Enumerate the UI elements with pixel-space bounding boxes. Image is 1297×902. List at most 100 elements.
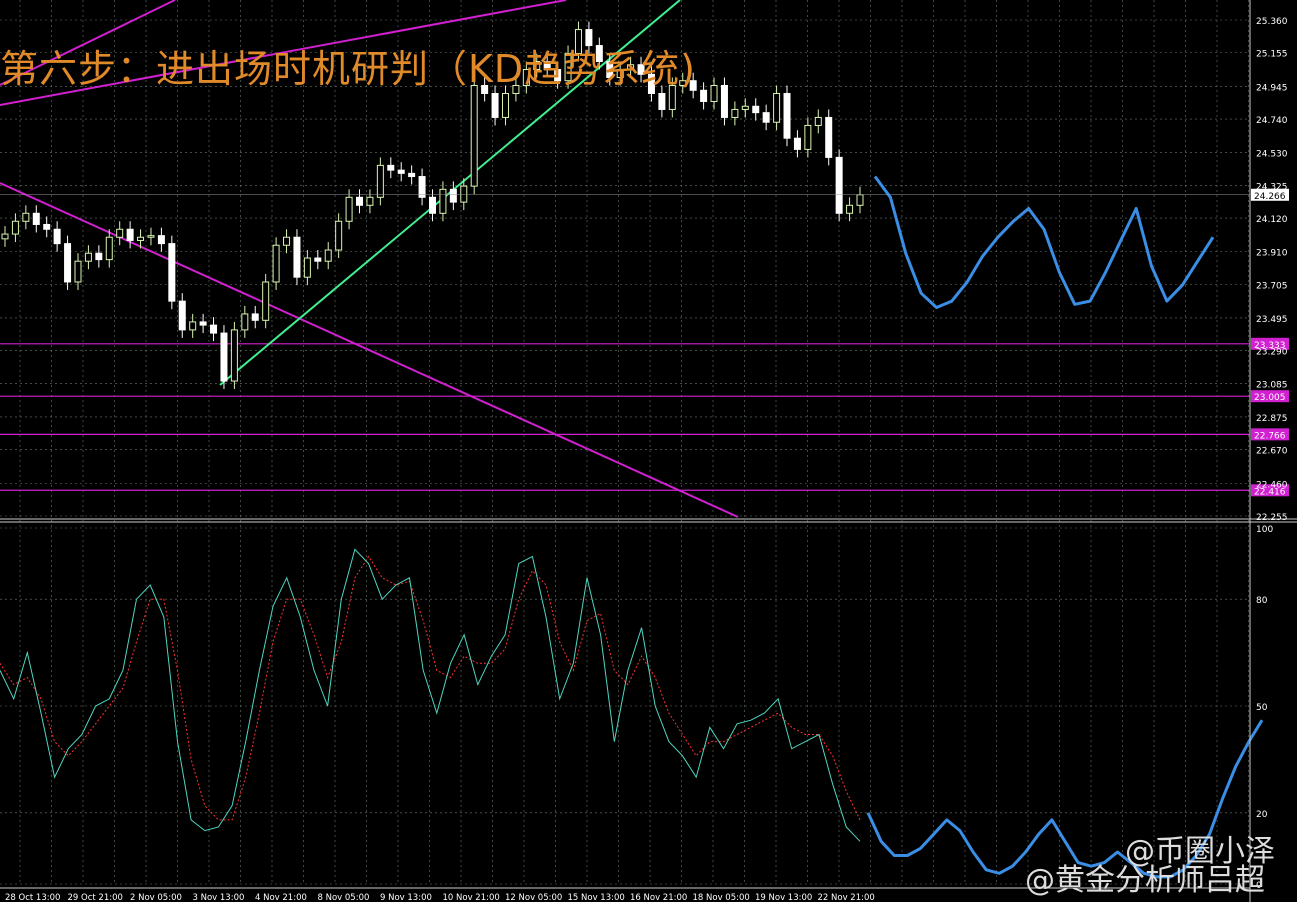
candle-down bbox=[762, 112, 770, 123]
candle-down bbox=[793, 137, 801, 150]
candle-up bbox=[501, 92, 509, 118]
candle-down bbox=[53, 228, 61, 245]
candle-up bbox=[324, 249, 332, 262]
time-label: 15 Nov 13:00 bbox=[568, 893, 625, 902]
candle-down bbox=[293, 236, 301, 278]
candle-up bbox=[846, 204, 854, 214]
time-label: 18 Nov 05:00 bbox=[693, 893, 750, 902]
candle-down bbox=[43, 223, 51, 230]
candle-down bbox=[199, 321, 207, 326]
time-label: 16 Nov 21:00 bbox=[630, 893, 687, 902]
price-tick-label: 24.740 bbox=[1256, 116, 1288, 126]
price-tick-label: 24.945 bbox=[1256, 83, 1288, 93]
candle-down bbox=[32, 212, 40, 225]
candle-up bbox=[345, 196, 353, 222]
candle-up bbox=[116, 228, 124, 238]
candle-down bbox=[825, 116, 833, 158]
price-tick-label: 25.155 bbox=[1256, 50, 1288, 60]
time-label: 8 Nov 05:00 bbox=[318, 893, 370, 902]
candle-up bbox=[147, 235, 155, 238]
candle-up bbox=[366, 196, 374, 206]
candle-up bbox=[84, 252, 92, 262]
candle-up bbox=[470, 84, 478, 187]
candle-down bbox=[95, 252, 103, 261]
kd-tick-label: 20 bbox=[1256, 810, 1268, 820]
candle-down bbox=[220, 332, 228, 382]
watermark-line2: @黄金分析师吕超 bbox=[1025, 863, 1265, 898]
grid bbox=[0, 0, 1297, 902]
price-tick-label: 23.705 bbox=[1256, 281, 1288, 291]
price-tick-label: 23.290 bbox=[1256, 348, 1288, 358]
candle-up bbox=[376, 164, 384, 198]
price-tick-label: 22.670 bbox=[1256, 447, 1288, 457]
time-label: 3 Nov 13:00 bbox=[193, 893, 245, 902]
candle-up bbox=[1, 233, 9, 240]
time-label: 19 Nov 13:00 bbox=[755, 893, 812, 902]
price-tick-label: 23.495 bbox=[1256, 315, 1288, 325]
candle-up bbox=[773, 92, 781, 123]
candle-up bbox=[137, 236, 145, 241]
candle-down bbox=[429, 196, 436, 214]
candle-up bbox=[241, 313, 249, 331]
candle-down bbox=[835, 156, 843, 214]
kd-tick-label: 80 bbox=[1256, 596, 1268, 606]
time-label: 9 Nov 13:00 bbox=[380, 893, 432, 902]
candle-down bbox=[210, 324, 218, 334]
candle-up bbox=[710, 84, 718, 102]
level-label: 23.005 bbox=[1254, 393, 1286, 403]
time-label: 29 Oct 21:00 bbox=[68, 893, 123, 902]
candle-up bbox=[105, 236, 113, 261]
candle-down bbox=[408, 172, 416, 178]
candle-down bbox=[168, 243, 176, 302]
candle-down bbox=[251, 313, 259, 321]
time-label: 2 Nov 05:00 bbox=[130, 893, 182, 902]
time-label: 12 Nov 05:00 bbox=[505, 893, 562, 902]
candle-down bbox=[314, 257, 322, 262]
candle-down bbox=[783, 92, 791, 139]
candle-down bbox=[387, 164, 395, 171]
candle-down bbox=[418, 176, 426, 198]
price-tick-label: 25.360 bbox=[1256, 17, 1288, 27]
level-label: 22.766 bbox=[1254, 431, 1286, 441]
price-tick-label: 24.120 bbox=[1256, 215, 1288, 225]
candle-down bbox=[491, 92, 499, 118]
candle-down bbox=[64, 243, 72, 283]
price-tick-label: 23.085 bbox=[1256, 380, 1288, 390]
candle-down bbox=[178, 300, 186, 331]
candle-down bbox=[720, 84, 728, 118]
time-label: 4 Nov 21:00 bbox=[255, 893, 307, 902]
candle-up bbox=[283, 236, 291, 246]
candle-up bbox=[11, 220, 19, 235]
kd-tick-label: 50 bbox=[1256, 703, 1268, 713]
time-label: 28 Oct 13:00 bbox=[5, 893, 60, 902]
candle-up bbox=[230, 329, 238, 382]
time-label: 10 Nov 21:00 bbox=[443, 893, 500, 902]
price-tick-label: 24.530 bbox=[1256, 150, 1288, 160]
candle-up bbox=[303, 257, 311, 278]
candle-up bbox=[814, 116, 822, 126]
candle-up bbox=[460, 185, 468, 203]
candle-down bbox=[126, 228, 134, 241]
candle-up bbox=[439, 188, 447, 214]
candle-up bbox=[272, 244, 280, 283]
candle-down bbox=[658, 92, 666, 110]
time-label: 22 Nov 21:00 bbox=[818, 893, 875, 902]
candle-up bbox=[804, 124, 812, 150]
chart-canvas: 23.33323.00522.76622.416 25.36025.15524.… bbox=[0, 0, 1297, 902]
price-tick-label: 22.460 bbox=[1256, 480, 1288, 490]
candle-up bbox=[262, 281, 270, 321]
candle-up bbox=[22, 212, 30, 222]
price-tick-label: 22.875 bbox=[1256, 414, 1288, 424]
candle-down bbox=[397, 169, 405, 174]
candle-up bbox=[189, 321, 197, 331]
candle-up bbox=[741, 105, 749, 110]
candle-down bbox=[356, 196, 364, 206]
chart-title: 第六步：进出场时机研判（KD趋势系统) bbox=[0, 47, 697, 91]
candle-up bbox=[74, 260, 82, 283]
candle-down bbox=[157, 235, 165, 245]
candle-down bbox=[752, 105, 760, 114]
kd-tick-label: 100 bbox=[1256, 525, 1273, 535]
background bbox=[0, 0, 1297, 902]
candle-up bbox=[856, 194, 864, 206]
candle-up bbox=[335, 220, 343, 251]
